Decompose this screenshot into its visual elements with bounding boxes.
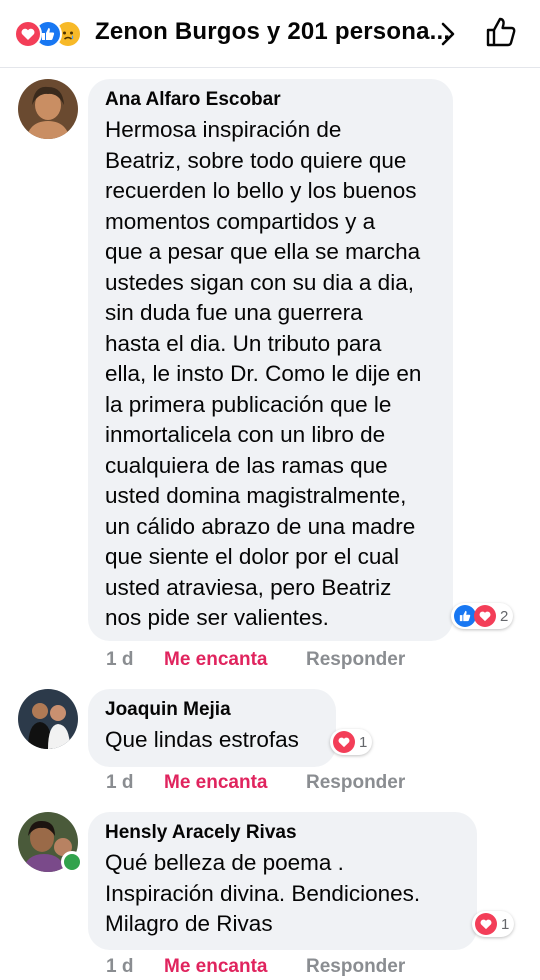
online-status-dot [61, 851, 83, 873]
love-reaction-button[interactable]: Me encanta [164, 649, 267, 671]
love-icon [474, 605, 496, 627]
reaction-count: 1 [501, 915, 510, 933]
comment-text: Qué belleza de poema . Inspiración divin… [105, 850, 421, 936]
like-icon [454, 605, 476, 627]
reaction-icons [14, 20, 94, 48]
avatar[interactable] [18, 79, 78, 139]
love-icon [475, 913, 497, 935]
comment-reactions[interactable]: 2 [451, 603, 514, 629]
love-icon [14, 20, 42, 48]
love-reaction-button[interactable]: Me encanta [164, 772, 267, 794]
comment-bubble[interactable]: Hensly Aracely Rivas Qué belleza de poem… [88, 812, 477, 950]
comment-bubble[interactable]: Joaquin Mejia Que lindas estrofas [88, 689, 336, 767]
like-outline-icon[interactable] [485, 16, 517, 48]
love-icon [333, 731, 355, 753]
comment-text: Hermosa inspiración de Beatriz, sobre to… [105, 117, 422, 630]
comment-author[interactable]: Ana Alfaro Escobar [105, 89, 436, 111]
comment-time[interactable]: 1 d [106, 956, 133, 978]
comment-bubble[interactable]: Ana Alfaro Escobar Hermosa inspiración d… [88, 79, 453, 641]
reply-button[interactable]: Responder [306, 649, 405, 671]
comment-text: Que lindas estrofas [105, 727, 299, 752]
comment-time[interactable]: 1 d [106, 649, 133, 671]
reply-button[interactable]: Responder [306, 772, 405, 794]
reaction-count: 2 [500, 607, 509, 625]
reaction-summary[interactable]: Zenon Burgos y 201 persona... [95, 18, 450, 46]
reactions-header[interactable]: Zenon Burgos y 201 persona... [0, 0, 540, 68]
avatar[interactable] [18, 689, 78, 749]
comment-author[interactable]: Joaquin Mejia [105, 699, 319, 721]
comment-reactions[interactable]: 1 [472, 911, 515, 937]
comment-time[interactable]: 1 d [106, 772, 133, 794]
comment-author[interactable]: Hensly Aracely Rivas [105, 822, 460, 844]
love-reaction-button[interactable]: Me encanta [164, 956, 267, 978]
reply-button[interactable]: Responder [306, 956, 405, 978]
comment-reactions[interactable]: 1 [330, 729, 373, 755]
chevron-right-icon[interactable] [440, 22, 456, 46]
reaction-count: 1 [359, 733, 368, 751]
